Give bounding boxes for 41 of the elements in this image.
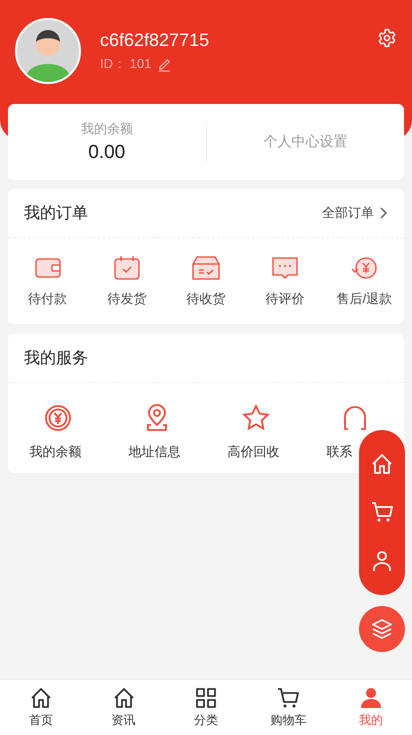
nav-tab[interactable]: 首页 — [0, 680, 82, 735]
all-orders-link[interactable]: 全部订单 — [322, 204, 388, 222]
chevron-right-icon — [378, 207, 388, 219]
edit-icon[interactable] — [157, 56, 172, 72]
user-button[interactable] — [370, 548, 394, 573]
service-item[interactable]: 高价回收 — [206, 403, 305, 461]
section-title: 我的订单 — [24, 204, 88, 224]
nav-tab[interactable]: 我的 — [330, 680, 412, 735]
user-id: ID： 101 — [100, 55, 152, 73]
balance-value: 0.00 — [88, 142, 126, 164]
username: c6f62f827715 — [100, 30, 210, 51]
nav-tab[interactable]: 分类 — [164, 680, 248, 735]
balance-label: 我的余额 — [80, 120, 133, 138]
order-status-item[interactable]: 待评价 — [246, 254, 325, 308]
user-icon — [358, 686, 383, 710]
home-button[interactable] — [370, 452, 394, 476]
user-icon — [370, 548, 394, 573]
yen-coin-icon — [42, 403, 72, 433]
star-icon — [240, 403, 270, 433]
grid-icon — [194, 686, 218, 710]
layers-icon — [370, 617, 394, 641]
home-icon — [112, 686, 136, 710]
settings-icon[interactable] — [377, 28, 397, 48]
cart-icon — [276, 686, 300, 710]
order-status-item[interactable]: 待付款 — [8, 254, 88, 308]
cart-icon — [370, 500, 394, 524]
layers-button[interactable] — [359, 606, 405, 652]
home-icon — [370, 452, 394, 476]
box-icon — [191, 254, 221, 282]
section-title: 我的服务 — [24, 348, 88, 368]
cart-button[interactable] — [370, 500, 394, 524]
nav-tab[interactable]: 资讯 — [82, 680, 165, 735]
nav-tab[interactable]: 购物车 — [247, 680, 330, 735]
calendar-icon — [112, 254, 142, 282]
service-item[interactable]: 我的余额 — [8, 403, 107, 461]
order-status-item[interactable]: 售后/退款 — [324, 254, 404, 308]
order-status-item[interactable]: 待收货 — [166, 254, 246, 308]
service-item[interactable]: 联系 — [305, 403, 404, 461]
home-icon — [29, 686, 54, 710]
service-item[interactable]: 地址信息 — [107, 403, 206, 461]
order-status-item[interactable]: 待发货 — [87, 254, 166, 308]
